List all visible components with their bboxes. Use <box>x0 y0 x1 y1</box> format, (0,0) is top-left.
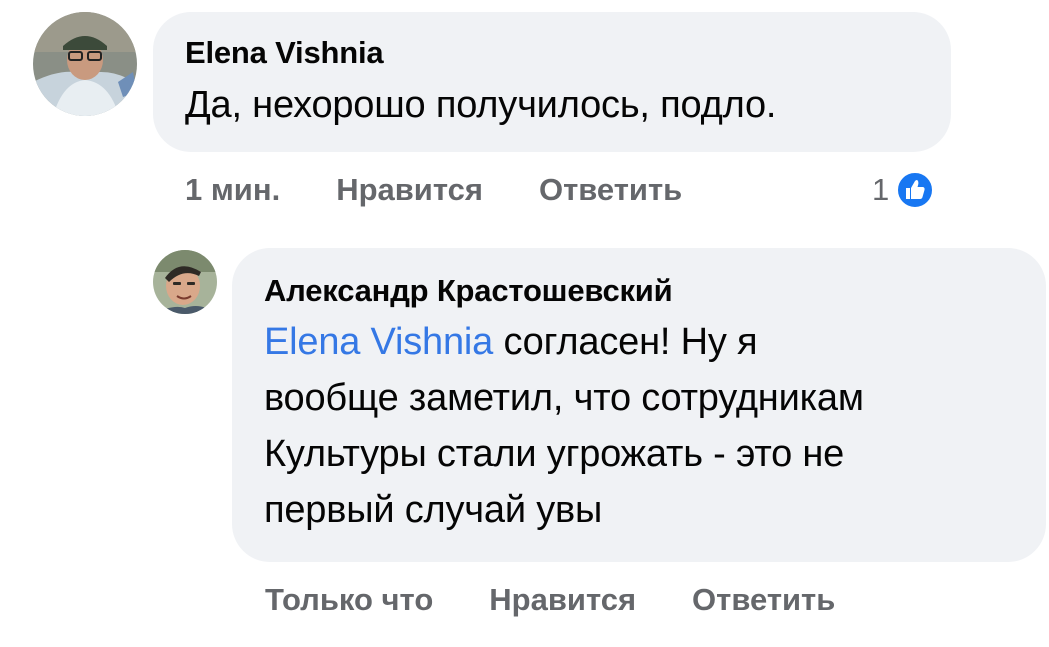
mention-link[interactable]: Elena Vishnia <box>264 321 493 363</box>
comment-text-fragment: согласен! Ну я <box>493 321 758 363</box>
comment-text: Elena Vishnia согласен! Ну я вообще заме… <box>264 314 1014 538</box>
comment-text: Да, нехорошо получилось, подло. <box>185 84 777 126</box>
reply-button[interactable]: Ответить <box>692 582 835 618</box>
comment-text-line: Культуры стали угрожать - это не <box>264 433 845 475</box>
avatar[interactable] <box>153 250 217 314</box>
reaction-count: 1 <box>872 172 890 207</box>
comment-actions: 1 мин. Нравится Ответить <box>185 168 682 212</box>
comment-bubble: Elena Vishnia Да, нехорошо получилось, п… <box>153 12 951 152</box>
user-photo-icon <box>153 250 217 314</box>
comment-text-line: вообще заметил, что сотрудникам <box>264 377 864 419</box>
comment-text-line: первый случай увы <box>264 489 603 531</box>
comment-actions: Только что Нравится Ответить <box>265 578 835 622</box>
user-photo-icon <box>33 12 137 116</box>
comment-timestamp[interactable]: 1 мин. <box>185 172 280 208</box>
comment-thread: Elena Vishnia Да, нехорошо получилось, п… <box>0 0 1049 647</box>
like-button[interactable]: Нравится <box>336 172 483 208</box>
comment-timestamp[interactable]: Только что <box>265 582 433 618</box>
comment-bubble: Александр Крастошевский Elena Vishnia со… <box>232 248 1046 562</box>
comment-author[interactable]: Александр Крастошевский <box>264 270 1014 312</box>
reply-button[interactable]: Ответить <box>539 172 682 208</box>
avatar[interactable] <box>33 12 137 116</box>
reaction-summary[interactable]: 1 <box>872 168 936 212</box>
like-button[interactable]: Нравится <box>489 582 636 618</box>
like-icon <box>895 170 936 210</box>
comment-author[interactable]: Elena Vishnia <box>185 32 919 74</box>
comment-text-line: Elena Vishnia согласен! Ну я <box>264 314 1014 370</box>
